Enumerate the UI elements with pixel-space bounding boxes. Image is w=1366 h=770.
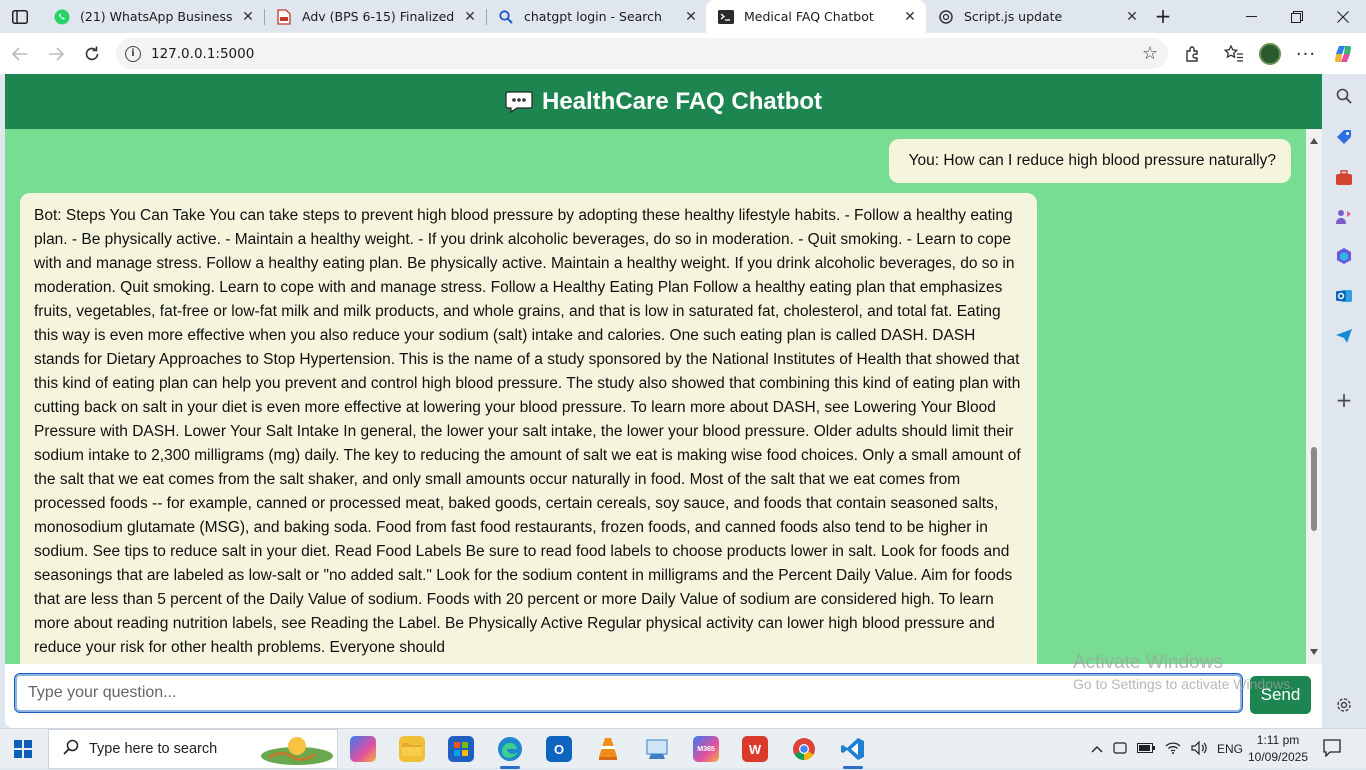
microsoft365-icon[interactable] [1334,246,1354,266]
chrome-icon[interactable] [791,736,817,762]
tools-briefcase-icon[interactable] [1334,168,1354,188]
address-bar[interactable]: i 127.0.0.1:5000 ☆ [116,38,1168,69]
restore-button[interactable] [1274,0,1320,33]
microsoft-store-icon[interactable] [448,736,474,762]
url-text: 127.0.0.1:5000 [151,45,255,62]
search-icon [63,739,79,759]
extensions-icon[interactable] [1181,42,1205,66]
file-explorer-icon[interactable] [399,736,425,762]
chat-bubble-icon [505,90,533,113]
search-highlight-icon [259,734,335,770]
taskbar-clock[interactable]: 1:11 pm 10/09/2025 [1244,732,1312,766]
back-button[interactable] [6,41,34,67]
tab-strip: (21) WhatsApp Business ✕ Adv (BPS 6-15) … [0,0,1366,33]
vlc-icon[interactable] [595,736,621,762]
close-icon[interactable]: ✕ [462,9,478,25]
input-bar: Send [5,664,1322,728]
battery-icon[interactable] [1137,742,1155,756]
more-options-icon[interactable]: ··· [1294,42,1318,66]
tab-medical-faq-chatbot[interactable]: Medical FAQ Chatbot ✕ [706,0,926,33]
shopping-tag-icon[interactable] [1334,127,1354,147]
python-idle-icon[interactable] [644,736,670,762]
meet-now-icon[interactable] [1113,741,1127,757]
clock-date: 10/09/2025 [1247,750,1309,764]
tab-title: chatgpt login - Search [524,9,662,24]
pdf-icon [276,8,292,25]
new-tab-button[interactable]: + [1150,4,1176,28]
minimize-button[interactable] [1228,0,1274,33]
user-message: You: How can I reduce high blood pressur… [888,139,1291,183]
openai-icon [938,9,954,25]
sidebar-settings-icon[interactable] [1334,695,1354,715]
add-sidebar-app-icon[interactable]: + [1334,388,1354,412]
app-title: HealthCare FAQ Chatbot [541,87,823,115]
tab-adv-pdf[interactable]: Adv (BPS 6-15) Finalized witho ✕ [264,0,486,33]
windows-taskbar: Type here to search O M365 W ENG 1:11 pm… [0,728,1366,769]
scroll-up-arrow-icon[interactable] [1310,138,1318,144]
search-icon [498,9,514,25]
refresh-button[interactable] [78,41,106,67]
tab-title: (21) WhatsApp Business [80,9,233,24]
send-button[interactable]: Send [1250,676,1311,714]
web-page: HealthCare FAQ Chatbot You: How can I re… [5,74,1322,728]
language-indicator[interactable]: ENG [1217,742,1243,756]
scrollbar-thumb[interactable] [1311,447,1317,531]
edge-sidebar: + [1322,74,1366,728]
browser-toolbar: i 127.0.0.1:5000 ☆ ··· [0,33,1366,74]
app-header: HealthCare FAQ Chatbot [5,74,1322,129]
close-icon[interactable]: ✕ [902,9,918,25]
volume-icon[interactable] [1191,740,1207,758]
favorites-icon[interactable] [1222,42,1246,66]
tab-title: Adv (BPS 6-15) Finalized witho [302,9,456,24]
tab-chatgpt-search[interactable]: chatgpt login - Search ✕ [486,0,707,33]
tab-whatsapp[interactable]: (21) WhatsApp Business ✕ [42,0,264,33]
start-button[interactable] [14,740,32,758]
chat-window[interactable]: You: How can I reduce high blood pressur… [5,129,1306,664]
close-icon[interactable]: ✕ [683,9,699,25]
terminal-icon [718,9,734,25]
microsoft365-app-icon[interactable]: M365 [693,736,719,762]
games-icon[interactable] [1334,207,1354,227]
search-icon[interactable] [1334,86,1354,106]
chat-scrollbar[interactable] [1306,129,1322,664]
edge-browser-icon[interactable] [497,736,523,762]
tab-title: Script.js update [964,9,1063,24]
copilot-app-icon[interactable] [350,736,376,762]
scroll-down-arrow-icon[interactable] [1310,649,1318,655]
whatsapp-icon [54,9,70,25]
copilot-icon[interactable] [1331,42,1355,66]
profile-avatar[interactable] [1258,42,1282,66]
wps-office-icon[interactable]: W [742,736,768,762]
send-plane-icon[interactable] [1334,326,1354,346]
forward-button[interactable] [42,41,70,67]
vscode-icon[interactable] [840,736,866,762]
notifications-icon[interactable] [1323,739,1341,761]
avatar [1259,43,1281,65]
outlook-icon[interactable] [1334,286,1354,306]
clock-time: 1:11 pm [1256,733,1300,747]
question-input[interactable] [14,673,1243,713]
close-icon[interactable]: ✕ [1124,9,1140,25]
taskbar-search-placeholder: Type here to search [89,741,218,757]
site-info-icon[interactable]: i [125,45,141,62]
bot-message: Bot: Steps You Can Take You can take ste… [20,193,1037,664]
tab-script-js[interactable]: Script.js update ✕ [926,0,1148,33]
tab-title: Medical FAQ Chatbot [744,9,874,24]
close-window-button[interactable] [1320,0,1366,33]
favorite-star-icon[interactable]: ☆ [1142,43,1158,64]
close-icon[interactable]: ✕ [240,9,256,25]
chevron-up-icon[interactable] [1091,742,1103,756]
taskbar-search[interactable]: Type here to search [48,729,338,769]
wifi-icon[interactable] [1165,741,1181,757]
outlook-app-icon[interactable]: O [546,736,572,762]
system-tray: ENG [1091,729,1243,769]
tab-actions-icon[interactable] [8,6,32,28]
